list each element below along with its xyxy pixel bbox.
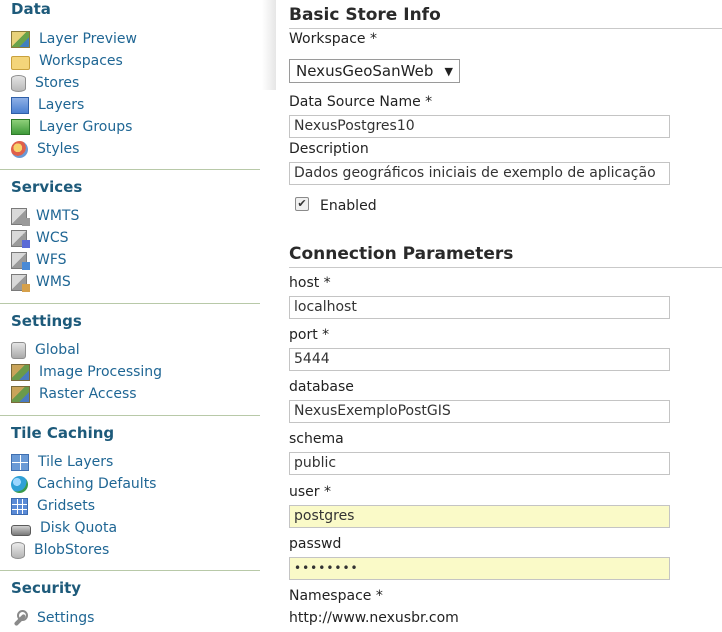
sidebar-item-label: WMTS	[36, 208, 80, 224]
divider	[0, 303, 260, 304]
sidebar-item-raster-access[interactable]: Raster Access	[11, 384, 137, 404]
sidebar-item-blobstores[interactable]: BlobStores	[11, 540, 109, 560]
style-icon	[11, 140, 28, 158]
sidebar: Data Layer Preview Workspaces Stores Lay…	[0, 0, 260, 632]
panel-shadow	[262, 0, 276, 90]
passwd-label: passwd	[289, 536, 342, 552]
datasource-name-label: Data Source Name *	[289, 94, 433, 110]
sidebar-item-label: Layers	[38, 97, 85, 113]
sidebar-item-layer-groups[interactable]: Layer Groups	[11, 117, 132, 137]
raster-access-icon	[11, 385, 30, 403]
sidebar-item-wms[interactable]: WMS	[11, 272, 71, 292]
tile-layers-icon	[11, 453, 29, 471]
basic-store-info-heading: Basic Store Info	[289, 5, 441, 25]
sidebar-item-layers[interactable]: Layers	[11, 95, 84, 115]
database-label: database	[289, 379, 354, 395]
enabled-checkbox[interactable]: ✔	[295, 197, 309, 211]
description-label: Description	[289, 141, 369, 157]
host-label: host *	[289, 275, 331, 291]
sidebar-item-global[interactable]: Global	[11, 340, 80, 360]
wfs-icon	[11, 251, 30, 270]
sidebar-item-label: BlobStores	[34, 542, 110, 558]
sidebar-item-layer-preview[interactable]: Layer Preview	[11, 29, 137, 49]
section-title-services: Services	[11, 178, 83, 196]
disk-icon	[11, 524, 31, 536]
sidebar-item-wmts[interactable]: WMTS	[11, 206, 79, 226]
sidebar-item-label: Settings	[37, 610, 95, 626]
sidebar-item-label: Raster Access	[39, 386, 137, 402]
store-form: Basic Store Info Workspace * NexusGeoSan…	[275, 0, 722, 632]
workspace-label: Workspace *	[289, 31, 377, 47]
connection-parameters-heading: Connection Parameters	[289, 244, 514, 264]
wcs-icon	[11, 229, 30, 248]
layer-icon	[11, 96, 29, 114]
chevron-down-icon: ▼	[444, 64, 453, 78]
section-title-tile-caching: Tile Caching	[11, 424, 115, 442]
namespace-label: Namespace *	[289, 588, 383, 604]
sidebar-item-label: WMS	[36, 274, 71, 290]
folder-icon	[11, 55, 30, 70]
sidebar-item-label: Caching Defaults	[37, 476, 157, 492]
divider	[0, 415, 260, 416]
namespace-value: http://www.nexusbr.com	[289, 610, 459, 626]
sidebar-item-label: Workspaces	[39, 53, 123, 69]
grid-icon	[11, 497, 28, 515]
wrench-icon	[11, 609, 28, 627]
heading-rule	[289, 28, 722, 29]
sidebar-item-label: Layer Preview	[39, 31, 137, 47]
sidebar-item-label: Gridsets	[37, 498, 96, 514]
user-input[interactable]: postgres	[289, 505, 670, 528]
sidebar-item-disk-quota[interactable]: Disk Quota	[11, 518, 117, 538]
section-title-settings: Settings	[11, 312, 82, 330]
schema-label: schema	[289, 431, 344, 447]
workspace-select-value: NexusGeoSanWeb	[296, 62, 434, 80]
workspace-select[interactable]: NexusGeoSanWeb ▼	[289, 59, 460, 83]
datasource-name-input[interactable]: NexusPostgres10	[289, 115, 670, 138]
sidebar-item-workspaces[interactable]: Workspaces	[11, 51, 123, 71]
port-input[interactable]: 5444	[289, 348, 670, 371]
image-processing-icon	[11, 363, 30, 381]
sidebar-item-label: Styles	[37, 141, 80, 157]
divider	[0, 570, 260, 571]
sidebar-item-gridsets[interactable]: Gridsets	[11, 496, 95, 516]
sidebar-item-stores[interactable]: Stores	[11, 73, 79, 93]
globe-icon	[11, 475, 28, 493]
sidebar-item-label: Global	[35, 342, 80, 358]
database-input[interactable]: NexusExemploPostGIS	[289, 400, 670, 423]
divider	[0, 169, 260, 170]
store-icon	[11, 74, 26, 92]
sidebar-item-wcs[interactable]: WCS	[11, 228, 69, 248]
sidebar-item-label: WCS	[36, 230, 69, 246]
wmts-icon	[11, 207, 30, 226]
sidebar-item-tile-layers[interactable]: Tile Layers	[11, 452, 113, 472]
sidebar-item-wfs[interactable]: WFS	[11, 250, 67, 270]
sidebar-item-label: Layer Groups	[39, 119, 133, 135]
sidebar-item-security-settings[interactable]: Settings	[11, 608, 94, 628]
sidebar-item-caching-defaults[interactable]: Caching Defaults	[11, 474, 156, 494]
global-icon	[11, 341, 26, 359]
section-title-security: Security	[11, 579, 82, 597]
schema-input[interactable]: public	[289, 452, 670, 475]
heading-rule	[289, 267, 722, 268]
sidebar-item-label: WFS	[36, 252, 67, 268]
section-title-data: Data	[11, 0, 51, 18]
sidebar-item-image-processing[interactable]: Image Processing	[11, 362, 162, 382]
host-input[interactable]: localhost	[289, 296, 670, 319]
password-input[interactable]: ••••••••	[289, 557, 670, 580]
enabled-label: Enabled	[320, 198, 377, 214]
wms-icon	[11, 273, 30, 292]
sidebar-item-label: Image Processing	[39, 364, 163, 380]
layer-group-icon	[11, 119, 30, 135]
port-label: port *	[289, 327, 330, 343]
sidebar-item-label: Stores	[35, 75, 80, 91]
layer-preview-icon	[11, 30, 30, 48]
description-input[interactable]: Dados geográficos iniciais de exemplo de…	[289, 162, 670, 185]
sidebar-item-label: Disk Quota	[40, 520, 118, 536]
blobstore-icon	[11, 541, 25, 559]
sidebar-item-label: Tile Layers	[38, 454, 114, 470]
sidebar-item-styles[interactable]: Styles	[11, 139, 79, 159]
user-label: user *	[289, 484, 331, 500]
